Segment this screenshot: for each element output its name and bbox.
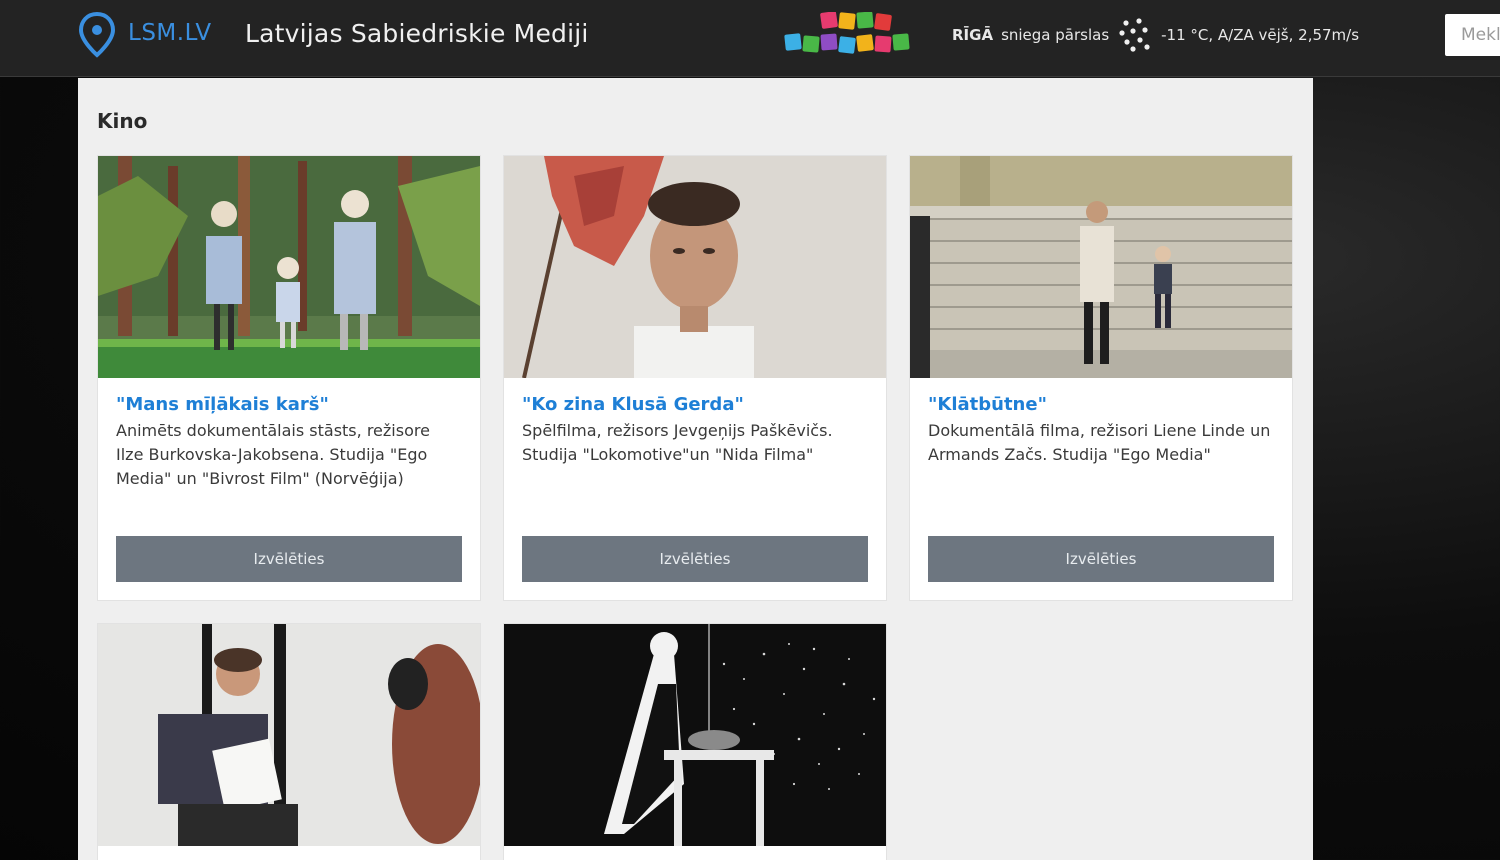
weather-city: RĪGĀ	[952, 26, 994, 44]
film-thumbnail[interactable]	[98, 624, 480, 846]
top-bar: LSM.LV Latvijas Sabiedriskie Mediji RĪGĀ…	[0, 0, 1500, 77]
weather-details: -11 °C, A/ZA vējš, 2,57m/s	[1161, 26, 1360, 44]
film-card[interactable]	[97, 623, 481, 860]
film-description: Animēts dokumentālais stāsts, režisore I…	[116, 421, 430, 488]
film-description: Dokumentālā filma, režisori Liene Linde …	[928, 421, 1271, 464]
film-title[interactable]: "Klātbūtne"	[928, 394, 1274, 415]
location-pin-icon[interactable]	[78, 12, 116, 58]
film-card[interactable]	[503, 623, 887, 860]
weather-condition: sniega pārslas	[1001, 26, 1110, 44]
weather-widget: RĪGĀ sniega pārslas -11 °C, A/ZA vējš, 2…	[952, 18, 1360, 52]
film-title[interactable]: "Ko zina Klusā Gerda"	[522, 394, 868, 415]
film-card[interactable]: "Ko zina Klusā Gerda" Spēlfilma, režisor…	[503, 155, 887, 601]
choose-button[interactable]: Izvēlēties	[116, 536, 462, 582]
film-thumbnail[interactable]	[504, 156, 886, 378]
content-panel: Kino "Mans mīļākais karš" Animēts dokume…	[78, 78, 1313, 860]
choose-button[interactable]: Izvēlēties	[928, 536, 1274, 582]
choose-button[interactable]: Izvēlēties	[522, 536, 868, 582]
film-thumbnail[interactable]	[98, 156, 480, 378]
search-input[interactable]	[1445, 14, 1500, 56]
film-title[interactable]: "Mans mīļākais karš"	[116, 394, 462, 415]
section-title: Kino	[97, 109, 148, 133]
film-thumbnail[interactable]	[504, 624, 886, 846]
promo-badge-icon[interactable]	[783, 12, 911, 58]
site-name[interactable]: Latvijas Sabiedriskie Mediji	[245, 19, 589, 48]
film-description: Spēlfilma, režisors Jevgeņijs Paškēvičs.…	[522, 421, 833, 464]
film-card[interactable]: "Klātbūtne" Dokumentālā filma, režisori …	[909, 155, 1293, 601]
film-thumbnail[interactable]	[910, 156, 1292, 378]
film-card[interactable]: "Mans mīļākais karš" Animēts dokumentāla…	[97, 155, 481, 601]
site-logo[interactable]: LSM.LV	[128, 20, 212, 46]
snowflakes-icon	[1119, 18, 1150, 52]
